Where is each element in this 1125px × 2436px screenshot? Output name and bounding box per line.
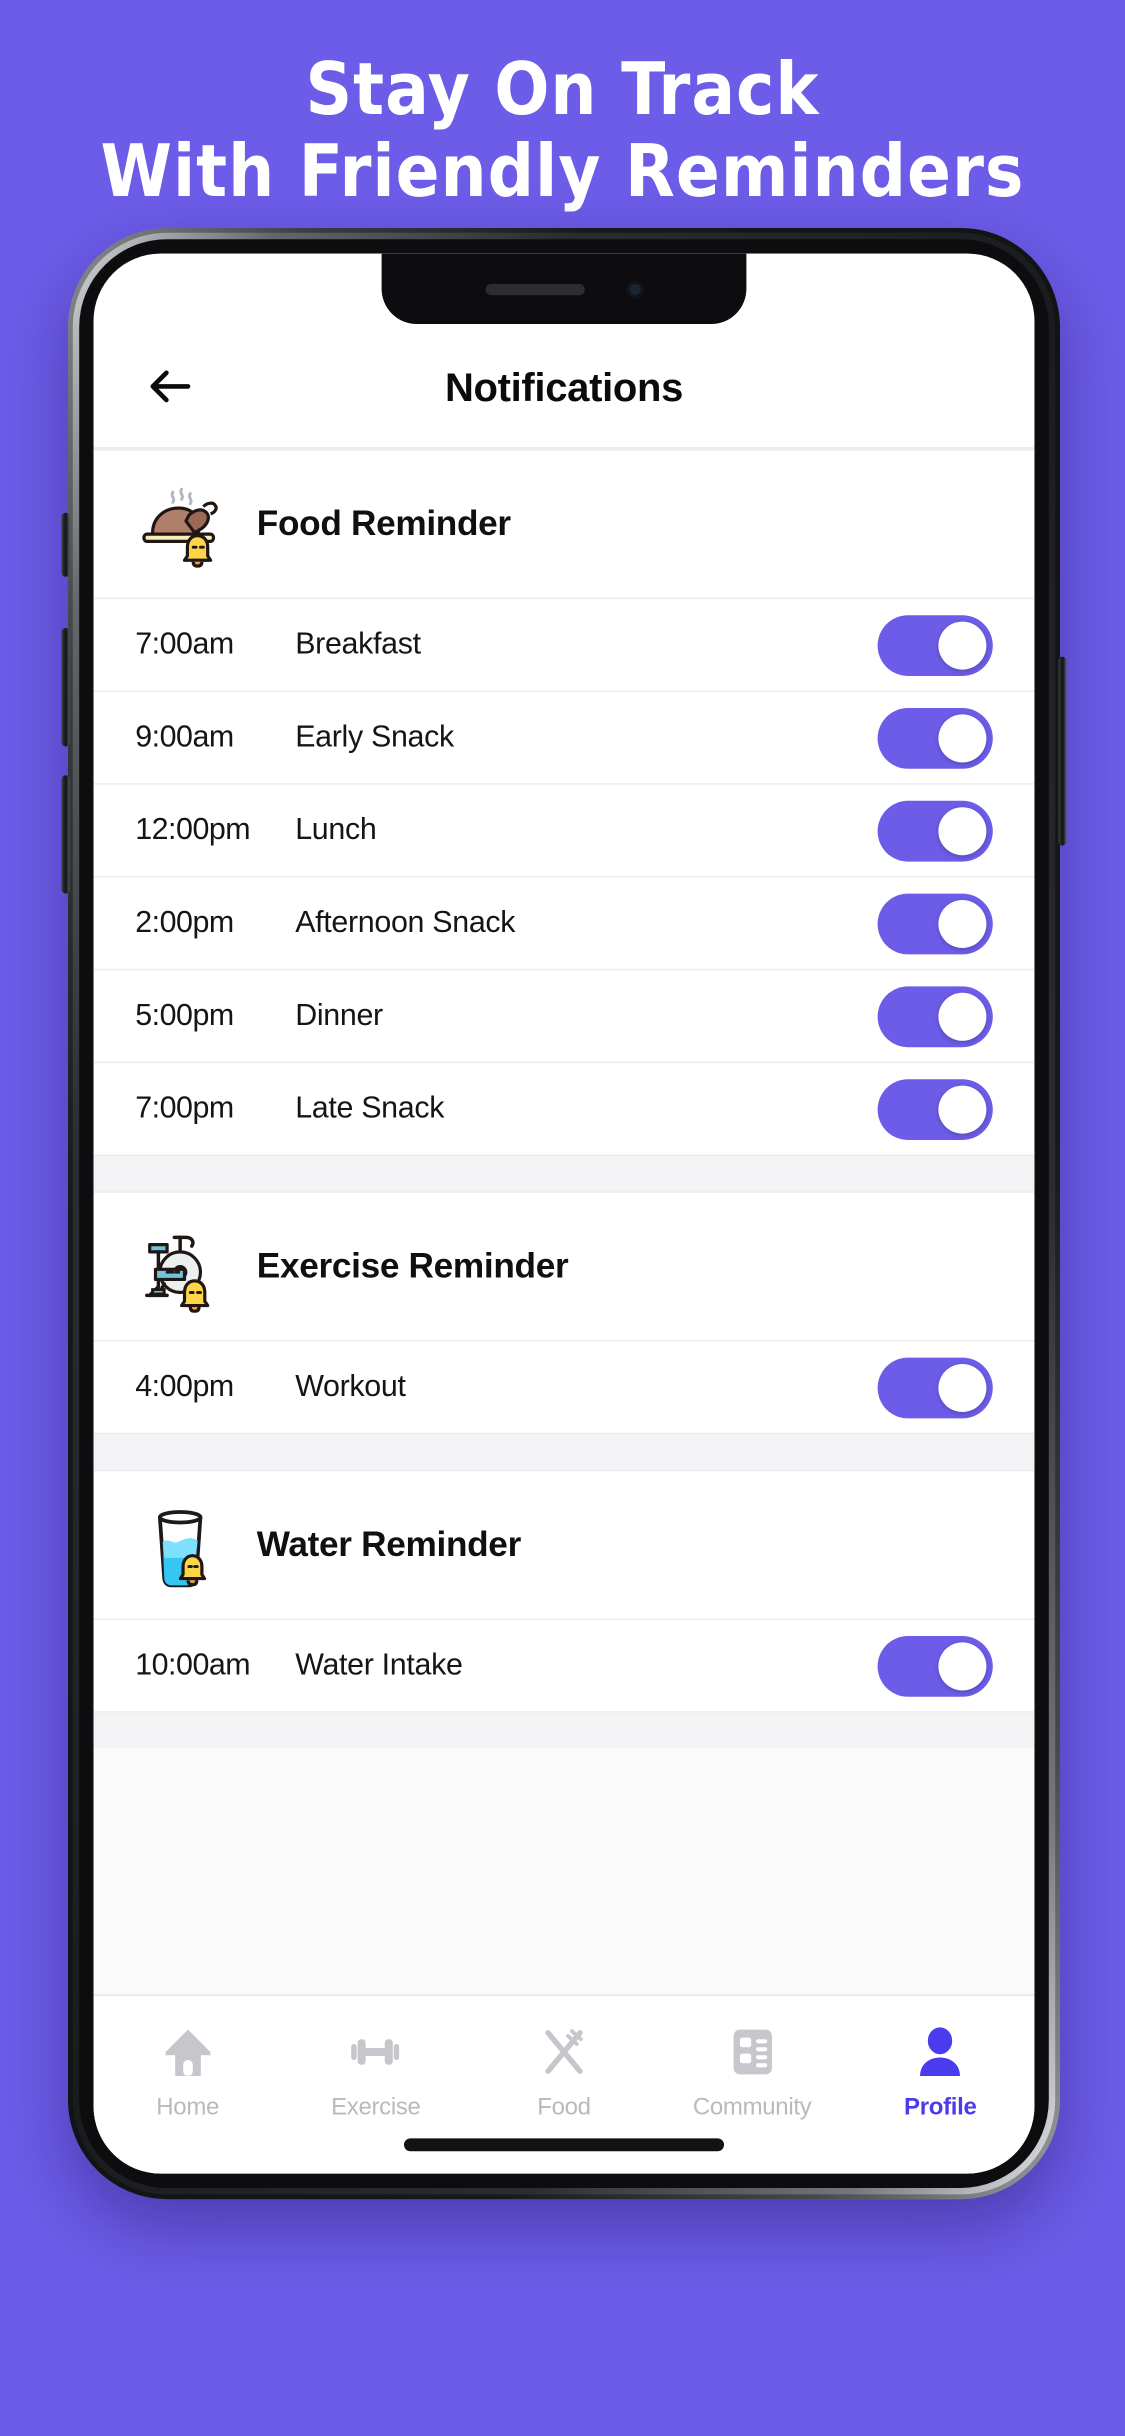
app-screen: Notifications Food Reminder 7:00am Break…: [93, 253, 1035, 2174]
roast-meat-with-bell-icon: [135, 478, 228, 571]
reminder-label: Early Snack: [295, 720, 454, 754]
section-header-exercise: Exercise Reminder: [93, 1191, 1035, 1342]
volume-up-button[interactable]: [61, 628, 70, 747]
reminder-label: Dinner: [295, 998, 383, 1032]
reminder-time: 5:00pm: [135, 998, 234, 1032]
reminder-toggle[interactable]: [877, 892, 993, 954]
tab-label: Community: [692, 2093, 812, 2121]
toggle-knob: [938, 992, 987, 1040]
reminder-row[interactable]: 2:00pm Afternoon Snack: [93, 877, 1035, 971]
reminder-toggle[interactable]: [877, 985, 993, 1047]
toggle-knob: [938, 1363, 987, 1412]
section-gap: [93, 1434, 1035, 1470]
toggle-knob: [938, 620, 987, 669]
reminder-row[interactable]: 9:00am Early Snack: [93, 692, 1035, 785]
silent-switch[interactable]: [61, 512, 70, 577]
promo-headline: Stay On Track With Friendly Reminders: [0, 48, 1125, 212]
tab-exercise[interactable]: Exercise: [282, 2022, 470, 2121]
phone-screen: Notifications Food Reminder 7:00am Break…: [93, 253, 1035, 2174]
back-button[interactable]: [135, 351, 205, 421]
reminder-row[interactable]: 10:00am Water Intake: [93, 1620, 1035, 1713]
dumbbell-icon: [345, 2022, 406, 2083]
earpiece-speaker-icon: [484, 283, 584, 295]
tab-community[interactable]: Community: [658, 2022, 846, 2121]
reminder-label: Water Intake: [295, 1648, 463, 1682]
tab-label: Profile: [904, 2093, 977, 2121]
reminder-toggle[interactable]: [877, 800, 993, 861]
reminder-row[interactable]: 7:00am Breakfast: [93, 599, 1035, 692]
reminder-toggle[interactable]: [877, 614, 993, 676]
section-title: Food Reminder: [256, 503, 511, 544]
reminder-row[interactable]: 12:00pm Lunch: [93, 784, 1035, 878]
reminder-label: Workout: [295, 1369, 406, 1404]
reminder-label: Afternoon Snack: [295, 905, 516, 940]
toggle-knob: [938, 899, 987, 948]
toggle-knob: [938, 1641, 987, 1690]
volume-down-button[interactable]: [61, 775, 70, 894]
headline-line-1: Stay On Track: [305, 47, 820, 131]
reminder-row[interactable]: 4:00pm Workout: [93, 1341, 1035, 1435]
home-indicator[interactable]: [404, 2138, 724, 2152]
tab-home[interactable]: Home: [94, 2022, 282, 2121]
page-title: Notifications: [444, 365, 684, 411]
toggle-knob: [938, 713, 987, 762]
toggle-knob: [938, 806, 987, 855]
person-icon: [910, 2022, 971, 2083]
phone-notch: [381, 253, 747, 324]
tab-label: Home: [156, 2093, 220, 2121]
reminder-time: 7:00am: [135, 627, 234, 661]
toggle-knob: [938, 1084, 987, 1133]
front-camera-icon: [625, 280, 644, 298]
cutlery-icon: [534, 2022, 595, 2083]
section-title: Water Reminder: [256, 1524, 521, 1564]
reminder-toggle[interactable]: [877, 707, 993, 768]
reminder-toggle[interactable]: [877, 1356, 993, 1418]
reminder-label: Late Snack: [295, 1091, 445, 1125]
section-header-food: Food Reminder: [93, 448, 1035, 600]
reminder-time: 9:00am: [135, 720, 234, 754]
exercise-bike-with-bell-icon: [135, 1220, 228, 1313]
reminder-time: 12:00pm: [135, 812, 251, 847]
section-header-water: Water Reminder: [93, 1469, 1035, 1620]
tab-profile[interactable]: Profile: [846, 2022, 1034, 2121]
power-button[interactable]: [1058, 656, 1067, 846]
arrow-left-icon: [143, 359, 197, 413]
reminder-row[interactable]: 7:00pm Late Snack: [93, 1063, 1035, 1156]
headline-line-2: With Friendly Reminders: [100, 129, 1025, 213]
reminder-row[interactable]: 5:00pm Dinner: [93, 970, 1035, 1064]
home-icon: [157, 2022, 218, 2083]
phone-mockup: Notifications Food Reminder 7:00am Break…: [61, 228, 1067, 2200]
reminder-label: Lunch: [295, 812, 377, 847]
reminders-list[interactable]: Food Reminder 7:00am Breakfast 9:00am Ea…: [93, 448, 1035, 1995]
tab-label: Food: [537, 2093, 591, 2121]
reminder-time: 2:00pm: [135, 905, 234, 940]
reminder-time: 10:00am: [135, 1648, 251, 1682]
community-icon: [722, 2022, 783, 2083]
tab-food[interactable]: Food: [470, 2022, 658, 2121]
reminder-label: Breakfast: [295, 627, 421, 661]
water-glass-with-bell-icon: [135, 1498, 228, 1591]
section-title: Exercise Reminder: [256, 1245, 569, 1286]
reminder-toggle[interactable]: [877, 1078, 993, 1140]
section-gap: [93, 1156, 1035, 1192]
reminder-toggle[interactable]: [877, 1635, 993, 1696]
reminder-time: 4:00pm: [135, 1369, 234, 1404]
reminder-time: 7:00pm: [135, 1091, 234, 1125]
section-gap: [93, 1712, 1035, 1748]
tab-label: Exercise: [331, 2093, 421, 2121]
